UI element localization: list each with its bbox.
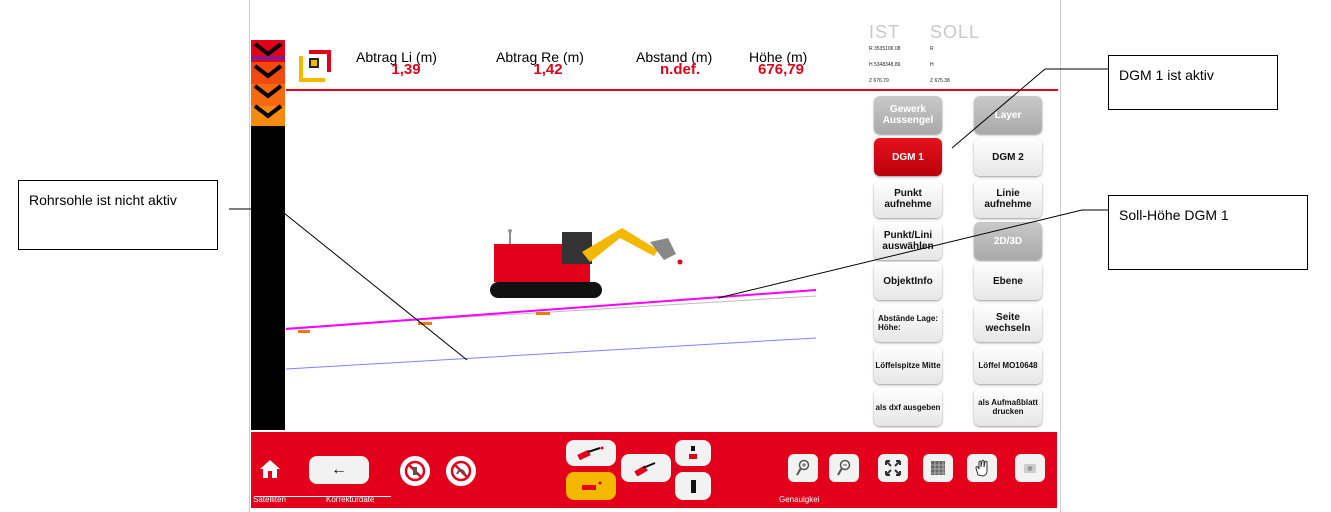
callout-rohrsohle: Rohrsohle ist nicht aktiv — [18, 180, 218, 250]
callout-dgm-aktiv: DGM 1 ist aktiv — [1108, 55, 1278, 110]
callout-soll-hoehe: Soll-Höhe DGM 1 — [1108, 195, 1308, 270]
